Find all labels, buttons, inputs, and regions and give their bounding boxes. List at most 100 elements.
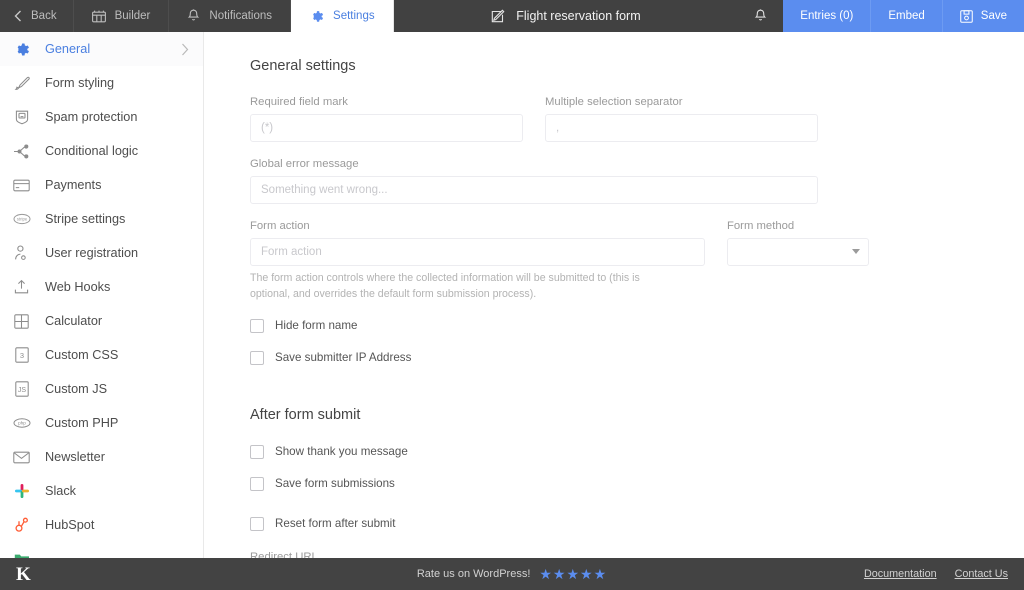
css-icon: 3	[12, 346, 31, 365]
global-error-message-input[interactable]	[250, 176, 818, 204]
sidebar-item-spam-protection[interactable]: Spam protection	[0, 100, 203, 134]
sidebar-item-conditional-logic[interactable]: Conditional logic	[0, 134, 203, 168]
form-action-label: Form action	[250, 220, 705, 232]
sidebar-item-payments[interactable]: Payments	[0, 168, 203, 202]
edit-pencil-icon[interactable]	[491, 9, 505, 23]
form-method-label: Form method	[727, 220, 869, 232]
contact-us-link[interactable]: Contact Us	[955, 568, 1008, 580]
show-thank-you-message-row[interactable]: Show thank you message	[250, 445, 818, 459]
footer-bar: K Rate us on WordPress! ★★★★★ Documentat…	[0, 558, 1024, 590]
sidebar-item-label: Conditional logic	[45, 144, 138, 158]
save-disk-icon	[960, 10, 973, 23]
hide-form-name-row[interactable]: Hide form name	[250, 319, 818, 333]
upload-icon	[12, 278, 31, 297]
sidebar-item-label: Payments	[45, 178, 101, 192]
settings-content: General settings Required field mark Mul…	[204, 32, 1024, 564]
sidebar-item-form-styling[interactable]: Form styling	[0, 66, 203, 100]
sidebar-item-label: HubSpot	[45, 518, 94, 532]
settings-sidebar: General Form styling	[0, 32, 204, 564]
builder-icon	[92, 10, 106, 23]
save-form-submissions-checkbox[interactable]	[250, 477, 264, 491]
brush-icon	[12, 74, 31, 93]
tab-builder[interactable]: Builder	[74, 0, 170, 32]
required-field-mark-input[interactable]	[250, 114, 523, 142]
sidebar-item-label: Stripe settings	[45, 212, 125, 226]
sidebar-item-label: Form styling	[45, 76, 114, 90]
save-form-submissions-row[interactable]: Save form submissions	[250, 477, 818, 491]
php-icon: php	[12, 414, 31, 433]
form-title: Flight reservation form	[394, 0, 739, 32]
tab-notifications-label: Notifications	[209, 10, 272, 22]
show-thank-you-message-label: Show thank you message	[275, 445, 408, 458]
multiple-selection-separator-label: Multiple selection separator	[545, 96, 818, 108]
after-form-submit-title: After form submit	[250, 407, 818, 423]
save-button[interactable]: Save	[943, 0, 1024, 32]
sidebar-item-custom-php[interactable]: php Custom PHP	[0, 406, 203, 440]
multiple-selection-separator-input[interactable]	[545, 114, 818, 142]
hide-form-name-label: Hide form name	[275, 319, 357, 332]
hubspot-icon	[12, 516, 31, 535]
stripe-icon: stripe	[12, 210, 31, 229]
save-form-submissions-label: Save form submissions	[275, 477, 395, 490]
star-rating-icon[interactable]: ★★★★★	[539, 566, 607, 583]
sidebar-item-label: Custom CSS	[45, 348, 118, 362]
tab-builder-label: Builder	[115, 10, 151, 22]
documentation-link[interactable]: Documentation	[864, 568, 937, 580]
sidebar-item-label: General	[45, 42, 90, 56]
gear-icon	[309, 9, 324, 24]
global-error-message-row: Global error message	[250, 158, 818, 204]
save-submitter-ip-row[interactable]: Save submitter IP Address	[250, 351, 818, 365]
sidebar-item-calculator[interactable]: Calculator	[0, 304, 203, 338]
sidebar-item-label: Custom JS	[45, 382, 107, 396]
sidebar-item-label: Newsletter	[45, 450, 105, 464]
sidebar-item-custom-css[interactable]: 3 Custom CSS	[0, 338, 203, 372]
sidebar-item-web-hooks[interactable]: Web Hooks	[0, 270, 203, 304]
general-settings-title: General settings	[250, 58, 818, 74]
bell-icon	[754, 9, 767, 23]
required-field-mark-group: Required field mark	[250, 96, 523, 142]
gear-icon	[12, 40, 31, 59]
sidebar-item-general[interactable]: General	[0, 32, 203, 66]
form-title-label: Flight reservation form	[516, 9, 640, 23]
sidebar-item-newsletter[interactable]: Newsletter	[0, 440, 203, 474]
svg-text:3: 3	[19, 351, 23, 360]
sidebar-item-hubspot[interactable]: HubSpot	[0, 508, 203, 542]
svg-text:stripe: stripe	[16, 217, 27, 222]
global-error-message-group: Global error message	[250, 158, 818, 204]
tab-settings-label: Settings	[333, 10, 375, 22]
reset-form-after-submit-row[interactable]: Reset form after submit	[250, 517, 818, 531]
sidebar-item-label: Calculator	[45, 314, 102, 328]
tab-notifications[interactable]: Notifications	[169, 0, 291, 32]
notification-bell-button[interactable]	[738, 0, 783, 32]
reset-form-after-submit-checkbox[interactable]	[250, 517, 264, 531]
entries-button[interactable]: Entries (0)	[783, 0, 871, 32]
back-button[interactable]: Back	[0, 0, 74, 32]
user-icon	[12, 244, 31, 263]
sidebar-item-label: Web Hooks	[45, 280, 110, 294]
branch-icon	[12, 142, 31, 161]
save-label: Save	[981, 10, 1007, 22]
chevron-left-icon	[14, 10, 22, 22]
hide-form-name-checkbox[interactable]	[250, 319, 264, 333]
global-error-message-label: Global error message	[250, 158, 818, 170]
save-submitter-ip-checkbox[interactable]	[250, 351, 264, 365]
js-icon: JS	[12, 380, 31, 399]
calculator-icon	[12, 312, 31, 331]
form-action-input[interactable]	[250, 238, 705, 266]
form-action-group: Form action The form action controls whe…	[250, 220, 705, 303]
sidebar-item-custom-js[interactable]: JS Custom JS	[0, 372, 203, 406]
reset-form-after-submit-label: Reset form after submit	[275, 517, 395, 530]
tab-settings[interactable]: Settings	[291, 0, 394, 32]
entries-label: Entries (0)	[800, 10, 853, 22]
embed-button[interactable]: Embed	[871, 0, 942, 32]
sidebar-item-slack[interactable]: Slack	[0, 474, 203, 508]
sidebar-item-user-registration[interactable]: User registration	[0, 236, 203, 270]
required-field-mark-label: Required field mark	[250, 96, 523, 108]
rate-us-label: Rate us on WordPress!	[417, 568, 531, 580]
form-action-row: Form action The form action controls whe…	[250, 220, 818, 303]
body-region: General Form styling	[0, 32, 1024, 564]
svg-text:JS: JS	[17, 387, 26, 394]
sidebar-item-stripe-settings[interactable]: stripe Stripe settings	[0, 202, 203, 236]
show-thank-you-message-checkbox[interactable]	[250, 445, 264, 459]
form-method-select[interactable]	[727, 238, 869, 266]
